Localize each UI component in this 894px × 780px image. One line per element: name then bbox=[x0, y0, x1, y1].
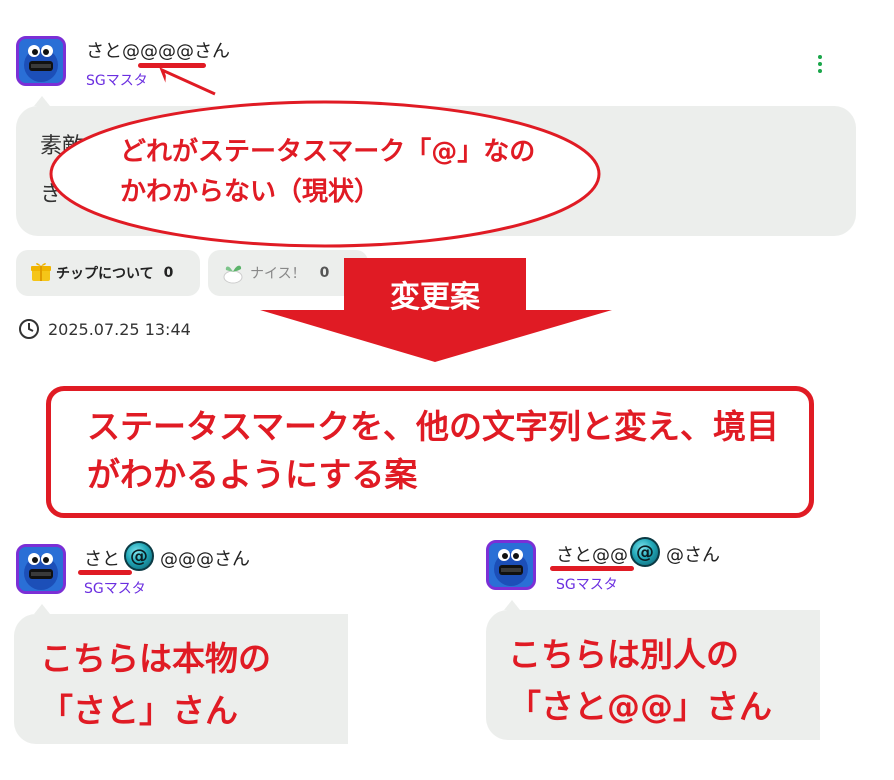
arrow-label: 変更案 bbox=[390, 280, 480, 315]
tip-label: チップについて bbox=[56, 266, 154, 282]
gift-icon bbox=[30, 260, 52, 286]
tip-button[interactable]: チップについて 0 bbox=[16, 250, 200, 296]
example-left-name-after[interactable]: @@@さん bbox=[160, 545, 250, 571]
username[interactable]: さと@@@@さん bbox=[86, 37, 230, 63]
highlight-underline bbox=[78, 570, 132, 575]
bubble-tail bbox=[504, 600, 520, 610]
highlight-underline bbox=[550, 566, 634, 571]
example-right-bubble: こちらは別人の 「さと@@」さん bbox=[486, 610, 820, 740]
example-right-caption-1: こちらは別人の bbox=[508, 635, 739, 674]
example-left-bubble: こちらは本物の 「さと」さん bbox=[14, 614, 348, 744]
bubble-tail bbox=[34, 604, 50, 614]
nice-sprout-icon bbox=[220, 258, 246, 288]
kebab-menu-icon[interactable] bbox=[818, 52, 822, 76]
avatar[interactable] bbox=[486, 540, 536, 590]
proposal-text: ステータスマークを、他の文字列と変え、境目がわかるようにする案 bbox=[87, 407, 780, 494]
proposal-box: ステータスマークを、他の文字列と変え、境目がわかるようにする案 bbox=[46, 386, 814, 518]
avatar[interactable] bbox=[16, 544, 66, 594]
tip-count: 0 bbox=[163, 265, 174, 281]
user-title: SGマスタ bbox=[84, 581, 146, 597]
example-right-name-after[interactable]: @さん bbox=[666, 541, 720, 567]
status-mark-icon: @ bbox=[630, 537, 660, 567]
ellipse-text: どれがステータスマーク「@」なのかわからない（現状） bbox=[120, 137, 536, 207]
example-right-name-before[interactable]: さと@@ bbox=[556, 541, 628, 567]
status-mark-icon: @ bbox=[124, 541, 154, 571]
example-left-caption-1: こちらは本物の bbox=[40, 639, 271, 678]
example-left-name-before[interactable]: さと bbox=[84, 545, 120, 571]
timestamp: 2025.07.25 13:44 bbox=[48, 320, 191, 339]
example-left-caption-2: 「さと」さん bbox=[40, 691, 238, 730]
example-right-caption-2: 「さと@@」さん bbox=[508, 687, 772, 726]
clock-icon bbox=[18, 318, 40, 344]
user-title: SGマスタ bbox=[556, 577, 618, 593]
